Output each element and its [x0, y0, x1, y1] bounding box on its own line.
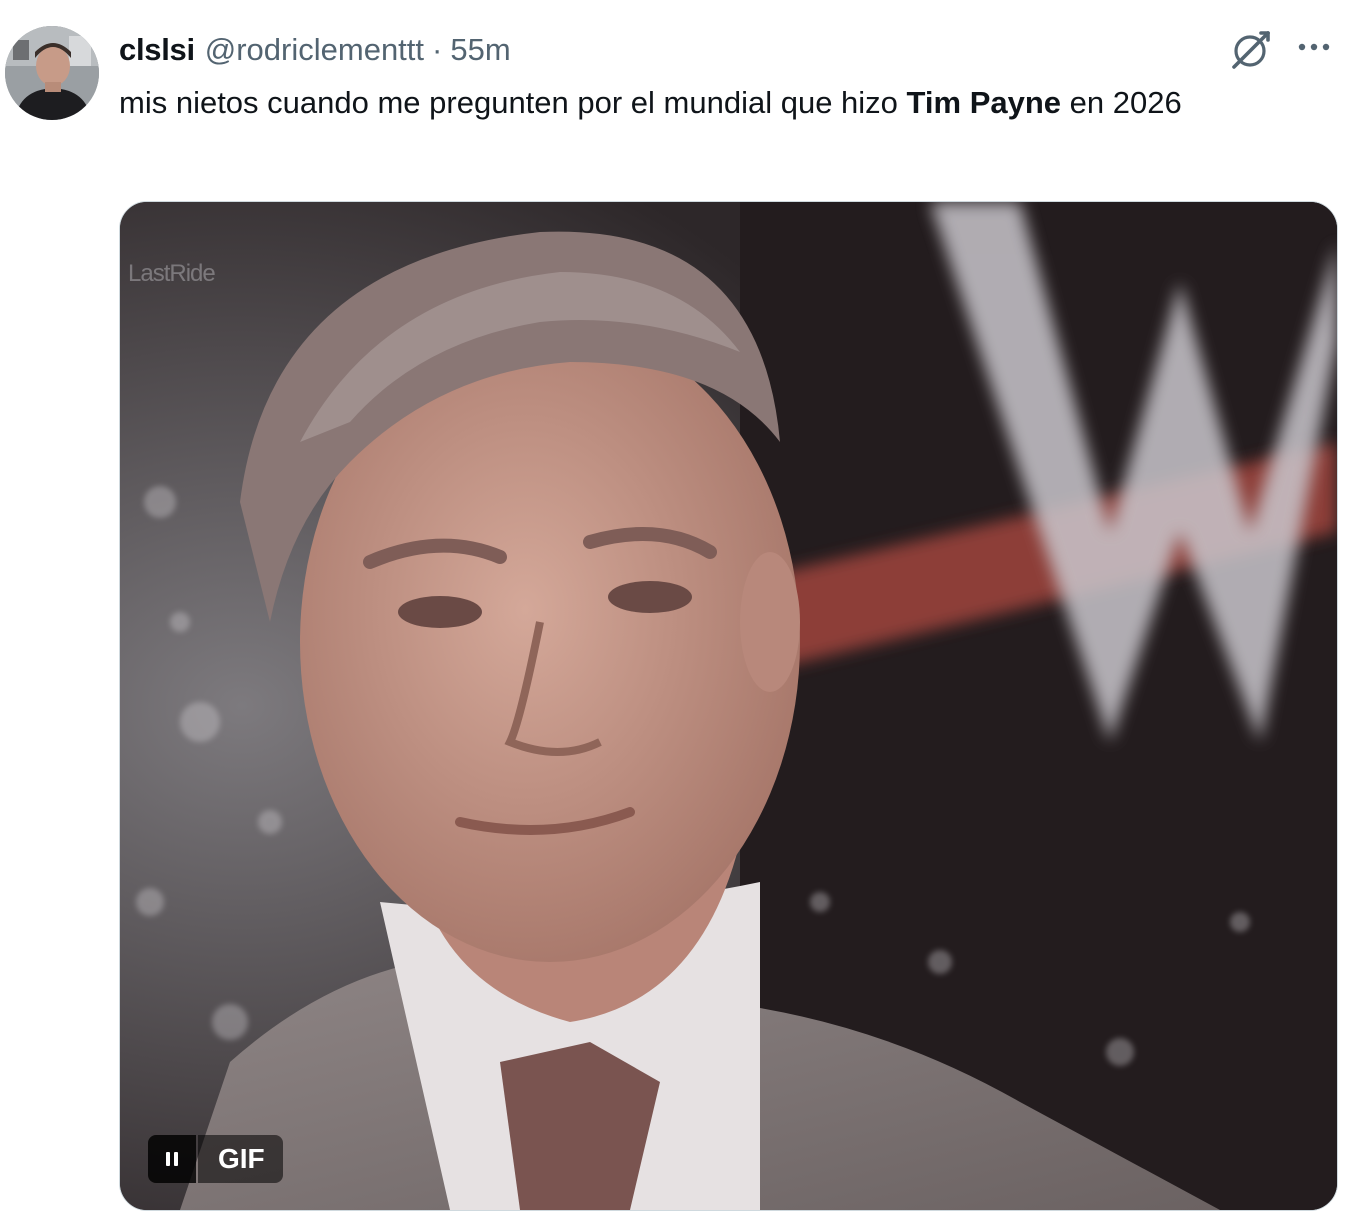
tweet-header: clslsi @rodriclementtt · 55m: [119, 28, 511, 72]
gif-controls: GIF: [148, 1135, 283, 1183]
gif-frame-image: [120, 202, 1337, 1210]
gif-media[interactable]: LastRide GIF: [119, 201, 1338, 1211]
separator-dot: ·: [432, 32, 443, 67]
avatar[interactable]: [5, 26, 99, 120]
pause-button[interactable]: [148, 1135, 196, 1183]
avatar-image: [5, 26, 99, 120]
tweet-text-part: mis nietos cuando me pregunten por el mu…: [119, 85, 907, 120]
display-name[interactable]: clslsi: [119, 32, 195, 68]
user-handle[interactable]: @rodriclementtt: [205, 32, 424, 68]
tweet-card[interactable]: clslsi @rodriclementtt · 55m mis nietos …: [0, 0, 1360, 1231]
grok-button[interactable]: [1228, 27, 1274, 73]
more-options-icon: [1298, 43, 1330, 51]
grok-icon: [1232, 31, 1270, 69]
gif-watermark: LastRide: [128, 260, 216, 287]
gif-badge: GIF: [198, 1135, 283, 1183]
tweet-text-bold: Tim Payne: [906, 85, 1062, 120]
more-options-button[interactable]: [1294, 27, 1336, 69]
tweet-text: mis nietos cuando me pregunten por el mu…: [119, 80, 1319, 126]
timestamp[interactable]: 55m: [450, 32, 510, 68]
pause-icon: [166, 1152, 178, 1166]
tweet-text-part: en 2026: [1061, 85, 1182, 120]
